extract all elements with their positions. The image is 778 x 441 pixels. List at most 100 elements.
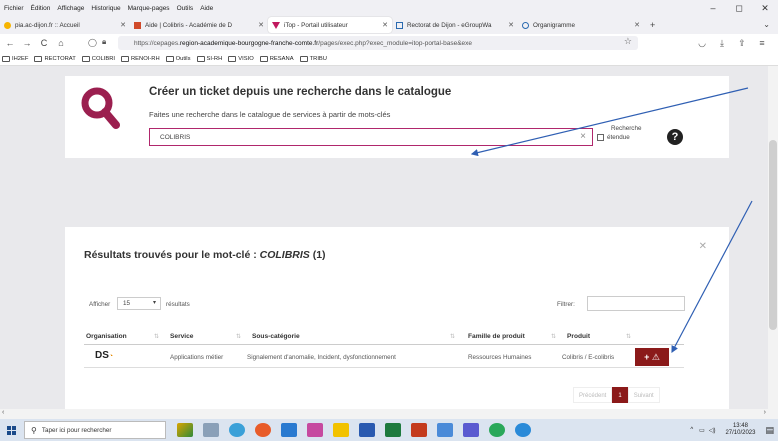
- cell-product: Colibris / E-colibris: [562, 354, 615, 361]
- sort-icon[interactable]: ⇅: [450, 333, 455, 340]
- close-tab-icon[interactable]: ✕: [258, 21, 264, 29]
- file-explorer-icon[interactable]: [333, 423, 349, 437]
- catalog-title: Créer un ticket depuis une recherche dan…: [149, 86, 452, 98]
- word-icon[interactable]: [359, 423, 375, 437]
- column-service[interactable]: Service: [170, 333, 193, 340]
- clock-time: 13:48: [732, 423, 748, 429]
- volume-icon[interactable]: ◁): [709, 427, 716, 434]
- reload-icon[interactable]: C: [37, 38, 51, 48]
- close-window-button[interactable]: ✕: [752, 0, 778, 16]
- list-tabs-icon[interactable]: ⌄: [763, 16, 770, 34]
- bookmark-visio[interactable]: VISIO: [228, 55, 254, 62]
- menu-marque-pages[interactable]: Marque-pages: [128, 5, 170, 12]
- catalog-search-input[interactable]: COLIBRIS ×: [149, 128, 593, 146]
- taskbar-search[interactable]: ⚲ Taper ici pour rechercher: [24, 421, 166, 439]
- bookmark-outils[interactable]: Outils: [165, 55, 191, 62]
- app-icon[interactable]: [307, 423, 323, 437]
- menu-outils[interactable]: Outils: [177, 5, 194, 12]
- system-tray: ^ ▭ ◁) 13:48 27/10/2023 ▤: [690, 419, 774, 441]
- tab-egroupware[interactable]: Rectorat de Dijon - eGroupWa ✕: [392, 17, 518, 33]
- network-icon[interactable]: ▭: [699, 427, 705, 434]
- folder-icon: [2, 55, 10, 62]
- table-row[interactable]: DS◔ Applications métier Signalement d'an…: [84, 346, 684, 368]
- tab-pia[interactable]: pia.ac-dijon.fr :: Accueil ✕: [0, 17, 130, 33]
- pager-next[interactable]: Suivant: [627, 387, 660, 403]
- create-ticket-button[interactable]: + ⚠: [635, 348, 669, 366]
- share-icon[interactable]: ⇪: [732, 38, 752, 49]
- column-product-family[interactable]: Famille de produit: [468, 333, 525, 340]
- pagination: Précédent 1 Suivant: [573, 387, 660, 403]
- edge-icon[interactable]: [515, 423, 531, 437]
- url-bar[interactable]: ◯ 🔒︎ https://cepages. region-academique-b…: [88, 36, 638, 50]
- bookmark-tribu[interactable]: TRIBU: [299, 55, 327, 62]
- download-icon[interactable]: ⤓: [712, 38, 732, 49]
- tray-chevron-icon[interactable]: ^: [690, 427, 693, 433]
- close-tab-icon[interactable]: ✕: [120, 21, 126, 29]
- maximize-button[interactable]: ◻: [726, 0, 752, 16]
- bookmark-colibri[interactable]: COLIBRI: [81, 55, 115, 62]
- vertical-scrollbar-thumb[interactable]: [769, 140, 777, 330]
- minimize-button[interactable]: –: [700, 0, 726, 16]
- excel-icon[interactable]: [385, 423, 401, 437]
- clock[interactable]: 13:48 27/10/2023: [725, 423, 755, 437]
- pocket-icon[interactable]: ◡: [692, 38, 712, 49]
- app-icon[interactable]: [437, 423, 453, 437]
- close-tab-icon[interactable]: ✕: [634, 21, 640, 29]
- sort-icon[interactable]: ⇅: [154, 333, 159, 340]
- task-view-icon[interactable]: [203, 423, 219, 437]
- menu-affichage[interactable]: Affichage: [57, 5, 84, 12]
- app-icon[interactable]: [177, 423, 193, 437]
- sort-icon[interactable]: ⇅: [236, 333, 241, 340]
- column-organisation[interactable]: Organisation: [86, 333, 127, 340]
- lock-icon[interactable]: 🔒︎: [102, 37, 106, 47]
- close-results-icon[interactable]: ✕: [699, 241, 707, 252]
- close-tab-icon[interactable]: ✕: [508, 21, 514, 29]
- notifications-icon[interactable]: ▤: [765, 425, 774, 436]
- menu-aide[interactable]: Aide: [200, 5, 213, 12]
- home-icon[interactable]: ⌂: [54, 38, 68, 48]
- menu-edition[interactable]: Édition: [31, 5, 51, 12]
- chrome-icon[interactable]: [489, 423, 505, 437]
- firefox-icon[interactable]: [255, 423, 271, 437]
- hamburger-menu-icon[interactable]: ≡: [752, 38, 772, 48]
- catalog-search-panel: Créer un ticket depuis une recherche dan…: [65, 76, 729, 158]
- new-tab-icon[interactable]: +: [650, 20, 655, 30]
- forward-icon[interactable]: →: [20, 38, 34, 48]
- tab-itop[interactable]: iTop - Portail utilisateur ✕: [268, 17, 392, 33]
- bookmark-si-rh[interactable]: SI-RH: [196, 55, 222, 62]
- close-tab-icon[interactable]: ✕: [382, 21, 388, 29]
- sort-icon[interactable]: ⇅: [551, 333, 556, 340]
- scroll-left-icon[interactable]: ‹: [2, 409, 4, 416]
- bookmark-star-icon[interactable]: ☆: [624, 36, 632, 47]
- filter-input[interactable]: [587, 296, 685, 311]
- tab-colibris-aide[interactable]: Aide | Colibris - Académie de D ✕: [130, 17, 268, 33]
- teams-icon[interactable]: [463, 423, 479, 437]
- tab-organigramme[interactable]: Organigramme ✕: [518, 17, 644, 33]
- powerpoint-icon[interactable]: [411, 423, 427, 437]
- app-icon[interactable]: [229, 423, 245, 437]
- clear-search-icon[interactable]: ×: [580, 131, 586, 142]
- scroll-right-icon[interactable]: ›: [764, 409, 766, 416]
- bookmark-resana[interactable]: RESANA: [259, 55, 294, 62]
- back-icon[interactable]: ←: [3, 38, 17, 48]
- app-icon[interactable]: [281, 423, 297, 437]
- menu-fichier[interactable]: Fichier: [4, 5, 24, 12]
- horizontal-scrollbar[interactable]: ‹ ›: [0, 409, 778, 419]
- itop-favicon-icon: [272, 21, 280, 29]
- cell-subcategory: Signalement d'anomalie, Incident, dysfon…: [247, 354, 396, 361]
- bookmark-ih2ef[interactable]: IH2EF: [2, 55, 28, 62]
- navigation-bar: ← → C ⌂ ◯ 🔒︎ https://cepages. region-acad…: [0, 34, 778, 52]
- bookmark-renoi-rh[interactable]: RENOI-RH: [121, 55, 160, 62]
- page-size-select[interactable]: 15 ▾: [117, 297, 161, 310]
- pager-previous[interactable]: Précédent: [573, 387, 613, 403]
- column-subcategory[interactable]: Sous-catégorie: [252, 333, 300, 340]
- extended-search-checkbox[interactable]: [597, 134, 604, 141]
- column-product[interactable]: Produit: [567, 333, 590, 340]
- sort-icon[interactable]: ⇅: [626, 333, 631, 340]
- shield-icon[interactable]: ◯: [88, 38, 97, 47]
- bookmark-rectorat[interactable]: RECTORAT: [34, 55, 76, 62]
- help-icon[interactable]: ?: [667, 129, 683, 145]
- windows-start-icon[interactable]: [0, 419, 22, 441]
- pager-page-1[interactable]: 1: [612, 387, 628, 403]
- menu-historique[interactable]: Historique: [91, 5, 120, 12]
